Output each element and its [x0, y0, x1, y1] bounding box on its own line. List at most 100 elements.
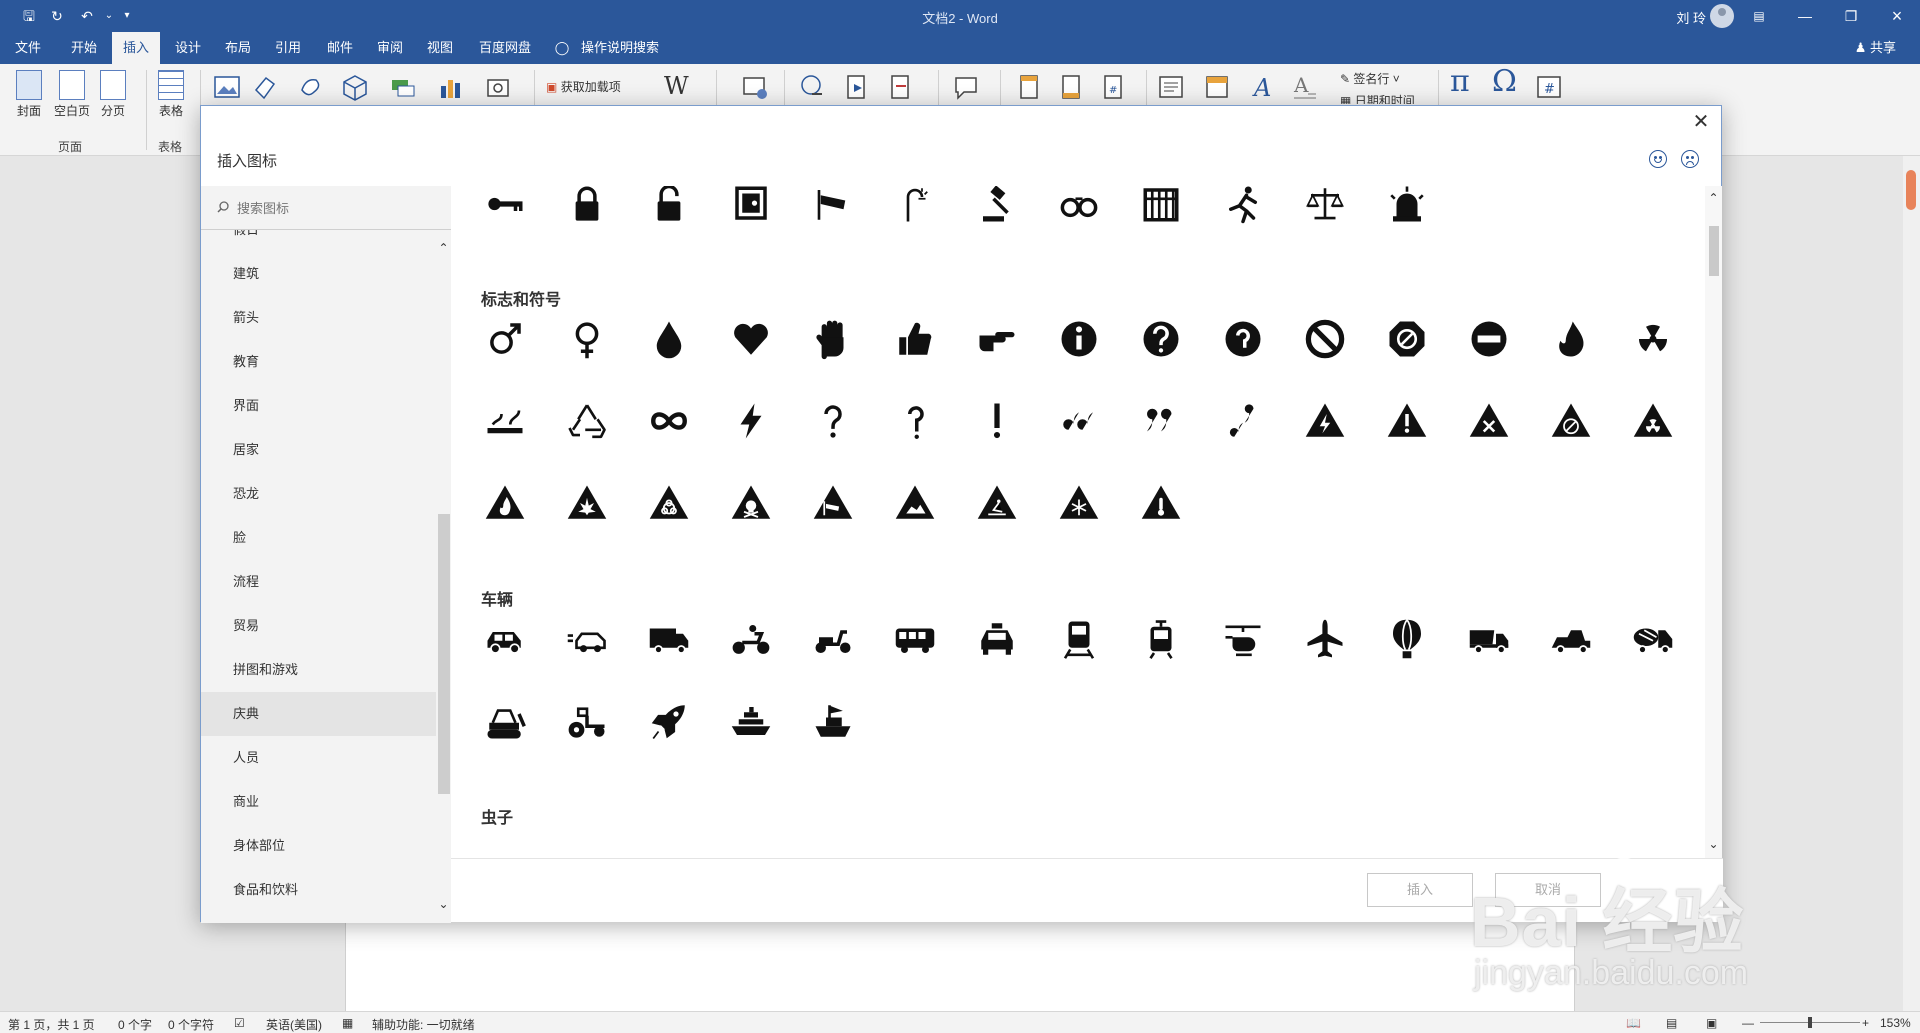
question-icon[interactable] [1133, 311, 1189, 367]
scales-icon[interactable] [1297, 186, 1353, 232]
blank-page-button[interactable]: 空白页 [52, 70, 92, 119]
recycle-icon[interactable] [559, 393, 615, 449]
symbol-icon[interactable]: Ω [1492, 64, 1517, 99]
boat-icon[interactable] [805, 693, 861, 749]
close-icon[interactable]: ✕ [1689, 110, 1713, 134]
thumb-icon[interactable] [887, 311, 943, 367]
chevron-up-icon[interactable]: ⌃ [1705, 190, 1722, 206]
equation-icon[interactable]: π [1450, 64, 1470, 99]
category-item[interactable]: 拼图和游戏 [201, 648, 436, 692]
smartart-icon[interactable] [388, 72, 418, 102]
zoom-slider-handle[interactable] [1808, 1017, 1812, 1028]
tab-references[interactable]: 引用 [266, 32, 310, 64]
search-box[interactable] [201, 186, 451, 230]
heart-icon[interactable] [723, 311, 779, 367]
camera-icon[interactable] [805, 186, 861, 232]
noentry-icon[interactable] [1297, 311, 1353, 367]
print-layout-icon[interactable]: ▤ [1666, 1016, 1677, 1030]
get-addins-button[interactable]: ▣ 获取加载项 [546, 78, 636, 95]
fire-icon[interactable] [1543, 311, 1599, 367]
wordart-icon[interactable]: A [1248, 72, 1278, 102]
tow-icon[interactable] [1543, 611, 1599, 667]
male-icon[interactable] [477, 311, 533, 367]
page-break-button[interactable]: 分页 [96, 70, 130, 119]
tab-mailings[interactable]: 邮件 [318, 32, 362, 64]
scooter-icon[interactable] [805, 611, 861, 667]
scroll-thumb[interactable] [1906, 170, 1916, 210]
safe-icon[interactable] [723, 186, 779, 232]
minimize-icon[interactable]: — [1782, 0, 1828, 32]
category-scrollbar[interactable]: ⌃ ⌄ [436, 230, 451, 923]
signature-line-button[interactable]: ✎ 签名行 ˅ [1340, 70, 1400, 87]
3d-models-icon[interactable] [340, 72, 370, 102]
category-item[interactable]: 教育 [201, 340, 436, 384]
car-icon[interactable] [477, 611, 533, 667]
zoom-out-icon[interactable]: — [1742, 1016, 1754, 1030]
pictures-icon[interactable] [212, 72, 242, 102]
macro-icon[interactable]: ▦ [342, 1016, 353, 1030]
icons-icon[interactable] [296, 72, 326, 102]
plane-icon[interactable] [1297, 611, 1353, 667]
exclam-icon[interactable] [969, 393, 1025, 449]
point-icon[interactable] [969, 311, 1025, 367]
balloon-icon[interactable] [1379, 611, 1435, 667]
text-box-icon[interactable] [1156, 72, 1186, 102]
rocket-icon[interactable] [641, 693, 697, 749]
category-item[interactable]: 恐龙 [201, 472, 436, 516]
chevron-up-icon[interactable]: ⌃ [436, 240, 451, 256]
avatar[interactable] [1710, 4, 1734, 28]
send-smile-icon[interactable] [1649, 150, 1667, 168]
screenshot-icon[interactable] [484, 72, 514, 102]
gallery-scrollbar[interactable]: ⌃ ⌄ [1705, 186, 1722, 858]
category-item[interactable]: 食品和饮料 [201, 868, 436, 912]
proofing-icon[interactable]: ☑ [234, 1016, 245, 1030]
online-video-icon[interactable] [740, 72, 770, 102]
w-cam-icon[interactable] [805, 475, 861, 531]
tell-me-search[interactable]: 操作说明搜索 [580, 32, 660, 64]
mixer-icon[interactable] [1625, 611, 1681, 667]
truck-icon[interactable] [641, 611, 697, 667]
bus-icon[interactable] [887, 611, 943, 667]
key-icon[interactable] [477, 186, 533, 232]
tab-file[interactable]: 文件 [6, 32, 50, 64]
w-x-icon[interactable] [1461, 393, 1517, 449]
gavel-icon[interactable] [969, 186, 1025, 232]
w-temp-icon[interactable] [1133, 475, 1189, 531]
share-button[interactable]: ♟ 共享 [1855, 32, 1896, 64]
rquote-icon[interactable] [1133, 393, 1189, 449]
search-input[interactable] [237, 196, 437, 220]
w-fire-icon[interactable] [477, 475, 533, 531]
taxi-icon[interactable] [969, 611, 1025, 667]
header-icon[interactable] [1014, 72, 1044, 102]
footer-icon[interactable] [1056, 72, 1086, 102]
shapes-icon[interactable] [252, 72, 282, 102]
w-hill-icon[interactable] [887, 475, 943, 531]
accessibility-status[interactable]: 辅助功能: 一切就绪 [372, 1016, 475, 1033]
w-bolt-icon[interactable] [1297, 393, 1353, 449]
category-item[interactable]: 身体部位 [201, 824, 436, 868]
link-icon[interactable] [798, 72, 828, 102]
drop-cap-icon[interactable]: A [1290, 72, 1320, 102]
category-item-selected[interactable]: 庆典 [201, 692, 436, 736]
tab-home[interactable]: 开始 [62, 32, 106, 64]
send-frown-icon[interactable] [1681, 150, 1699, 168]
tractor-icon[interactable] [559, 693, 615, 749]
tram-icon[interactable] [1133, 611, 1189, 667]
web-layout-icon[interactable]: ▣ [1706, 1016, 1717, 1030]
ribbon-display-icon[interactable]: ▤ [1736, 0, 1782, 32]
page-count[interactable]: 第 1 页，共 1 页 [8, 1016, 95, 1033]
insert-button[interactable]: 插入 [1367, 873, 1473, 907]
chevron-down-icon[interactable]: ⌄ [436, 896, 451, 912]
w-nosmoke-icon[interactable] [1543, 393, 1599, 449]
w-explode-icon[interactable] [559, 475, 615, 531]
category-item[interactable]: 居家 [201, 428, 436, 472]
quick-parts-icon[interactable] [1202, 72, 1232, 102]
motor-icon[interactable] [723, 611, 779, 667]
w-bio-icon[interactable] [641, 475, 697, 531]
w-skull-icon[interactable] [723, 475, 779, 531]
category-item[interactable]: 建筑 [201, 252, 436, 296]
bolt-icon[interactable] [723, 393, 779, 449]
w-rad-icon[interactable] [1625, 393, 1681, 449]
siren-icon[interactable] [1379, 186, 1435, 232]
cross-reference-icon[interactable] [886, 72, 916, 102]
